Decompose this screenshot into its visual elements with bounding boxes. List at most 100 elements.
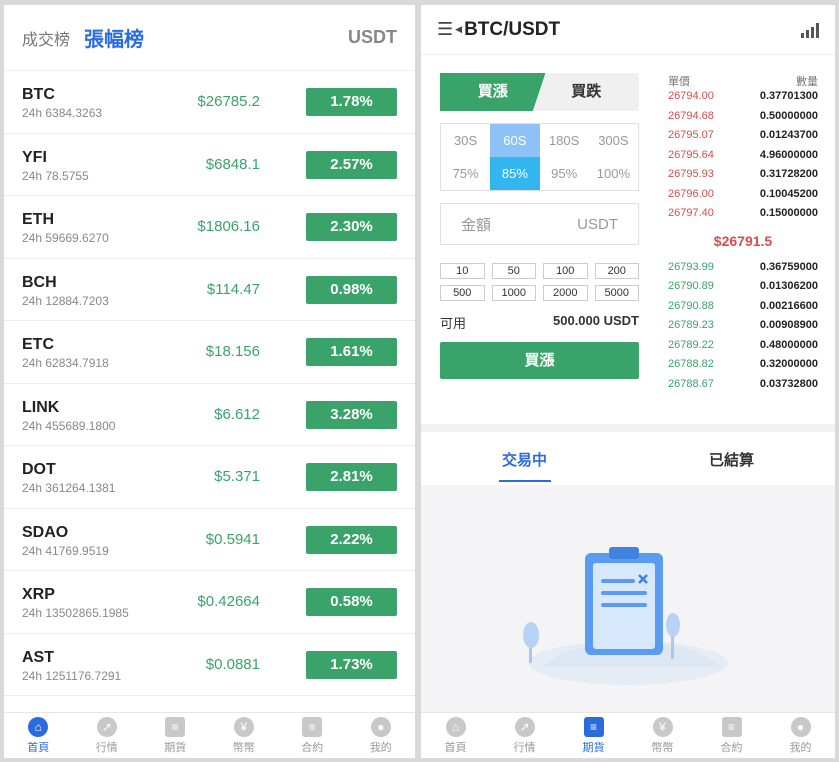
quick-amount-button[interactable]: 1000 xyxy=(491,285,536,301)
book-qty: 0.48000000 xyxy=(759,338,818,351)
market-row[interactable]: SDAO 24h 41769.9519 $0.5941 2.22% xyxy=(4,509,415,571)
rate-option[interactable]: 85% xyxy=(490,157,540,190)
rate-option[interactable]: 95% xyxy=(540,157,589,190)
change-badge[interactable]: 2.22% xyxy=(306,525,397,554)
quick-amount-button[interactable]: 10 xyxy=(440,263,485,279)
nav-item-yen[interactable]: ¥ 幣幣 xyxy=(210,713,279,758)
market-row[interactable]: BCH 24h 12884.7203 $114.47 0.98% xyxy=(4,259,415,321)
duration-option[interactable]: 180S xyxy=(540,124,589,157)
duration-option[interactable]: 60S xyxy=(490,124,540,157)
pair-title[interactable]: BTC/USDT xyxy=(464,19,560,41)
available-label: 可用 xyxy=(440,316,467,331)
document-icon: ≡ xyxy=(165,717,186,737)
market-symbol: YFI xyxy=(22,148,47,166)
market-volume: 24h 361264.1381 xyxy=(22,481,116,495)
quick-amount-button[interactable]: 2000 xyxy=(543,285,588,301)
menu-icon[interactable]: ☰ xyxy=(437,19,453,40)
market-row[interactable]: ETH 24h 59669.6270 $1806.16 2.30% xyxy=(4,196,415,259)
quick-amount-button[interactable]: 50 xyxy=(491,263,536,279)
empty-state xyxy=(421,485,835,712)
order-book-row: 26789.22 0.48000000 xyxy=(668,336,818,356)
market-row[interactable]: DOT 24h 361264.1381 $5.371 2.81% xyxy=(4,446,415,509)
nav-item-chart[interactable]: ↗ 行情 xyxy=(490,713,559,758)
order-book-row: 26790.89 0.01306200 xyxy=(668,277,818,297)
tab-gainers-ranking[interactable]: 張幅榜 xyxy=(84,23,144,52)
quick-amount-button[interactable]: 200 xyxy=(594,263,639,279)
nav-item-user[interactable]: ● 我的 xyxy=(347,713,416,758)
buy-short-tab[interactable]: 買跌 xyxy=(533,73,639,111)
book-price: 26795.64 xyxy=(668,148,714,161)
change-badge[interactable]: 2.57% xyxy=(306,150,397,179)
last-price: $26791.5 xyxy=(713,232,773,249)
change-badge[interactable]: 2.30% xyxy=(306,213,397,241)
book-qty: 4.96000000 xyxy=(759,148,818,161)
change-badge[interactable]: 1.78% xyxy=(306,88,397,116)
kline-chart-icon[interactable] xyxy=(801,22,819,38)
submit-buy-button[interactable]: 買漲 xyxy=(440,342,639,379)
ranking-header: 成交榜 張幅榜 USDT xyxy=(4,5,415,71)
book-price: 26788.67 xyxy=(668,377,714,390)
market-row[interactable]: LINK 24h 455689.1800 $6.612 3.28% xyxy=(4,384,415,446)
nav-item-contract[interactable]: ≡ 合約 xyxy=(278,713,347,758)
nav-item-document[interactable]: ≡ 期貨 xyxy=(559,713,628,758)
nav-label: 我的 xyxy=(789,742,812,754)
change-badge[interactable]: 1.73% xyxy=(306,650,397,679)
quick-amount-button[interactable]: 5000 xyxy=(594,285,639,301)
nav-label: 行情 xyxy=(513,742,536,754)
quick-amount-button[interactable]: 500 xyxy=(440,285,485,301)
market-symbol: BTC xyxy=(22,86,55,103)
change-badge[interactable]: 0.98% xyxy=(306,275,397,304)
change-badge[interactable]: 1.61% xyxy=(306,338,397,366)
order-book-row: 26794.68 0.50000000 xyxy=(668,107,818,127)
chart-icon: ↗ xyxy=(514,717,535,737)
change-badge[interactable]: 3.28% xyxy=(306,400,397,429)
nav-item-document[interactable]: ≡ 期貨 xyxy=(141,713,210,758)
nav-item-chart[interactable]: ↗ 行情 xyxy=(73,713,142,758)
market-list: BTC 24h 6384.3263 $26785.2 1.78% YFI 24h 78.5… xyxy=(4,71,415,696)
market-ranking-screen: 成交榜 張幅榜 USDT BTC 24h 6384.3263 $26785.2 1.7… xyxy=(4,5,415,758)
book-price: 26789.23 xyxy=(668,319,714,331)
market-price: $114.47 xyxy=(206,280,260,298)
market-row[interactable]: AST 24h 1251176.7291 $0.0881 1.73% xyxy=(4,634,415,696)
nav-item-user[interactable]: ● 我的 xyxy=(766,713,835,758)
bottom-nav: ⌂ 首頁 ↗ 行情 ≡ 期貨 ¥ 幣幣 ≡ 合約 ● 我的 xyxy=(4,712,415,758)
amount-field[interactable]: 金額 USDT xyxy=(440,203,639,245)
tab-volume-ranking[interactable]: 成交榜 xyxy=(22,26,70,50)
order-book-row: 26797.40 0.15000000 xyxy=(668,204,818,224)
duration-option[interactable]: 30S xyxy=(441,124,490,157)
tab-settled-orders[interactable]: 已結算 xyxy=(628,432,835,486)
home-icon: ⌂ xyxy=(28,717,49,737)
market-row[interactable]: ETC 24h 62834.7918 $18.156 1.61% xyxy=(4,321,415,384)
order-tabs: 交易中 已結算 xyxy=(421,432,835,486)
empty-clipboard-icon xyxy=(523,547,728,685)
market-price: $0.5941 xyxy=(205,530,260,548)
order-book-row: 26795.64 4.96000000 xyxy=(668,146,818,166)
market-row[interactable]: XRP 24h 13502865.1985 $0.42664 0.58% xyxy=(4,571,415,634)
nav-item-yen[interactable]: ¥ 幣幣 xyxy=(628,713,697,758)
nav-item-contract[interactable]: ≡ 合約 xyxy=(697,713,766,758)
market-symbol: BCH xyxy=(22,273,57,291)
book-price: 26797.40 xyxy=(668,207,714,219)
nav-item-home[interactable]: ⌂ 首頁 xyxy=(421,713,490,758)
duration-option[interactable]: 300S xyxy=(589,124,638,157)
book-price: 26796.00 xyxy=(668,187,714,200)
change-badge[interactable]: 0.58% xyxy=(306,588,397,616)
trade-form: 買漲 買跌 30S 60S 180S 300S 75% 85% 95% 100% 金額 USD… xyxy=(440,73,639,379)
tab-open-orders[interactable]: 交易中 xyxy=(421,432,628,486)
market-row[interactable]: BTC 24h 6384.3263 $26785.2 1.78% xyxy=(4,71,415,134)
nav-item-home[interactable]: ⌂ 首頁 xyxy=(4,713,73,758)
market-symbol: ETC xyxy=(22,336,54,353)
book-qty: 0.00908900 xyxy=(759,319,818,331)
quick-amount-button[interactable]: 100 xyxy=(543,263,588,279)
book-price: 26794.00 xyxy=(668,90,714,102)
buy-long-tab[interactable]: 買漲 xyxy=(440,73,546,111)
market-price: $5.371 xyxy=(214,468,260,485)
change-badge[interactable]: 2.81% xyxy=(306,463,397,491)
rate-option[interactable]: 100% xyxy=(589,157,638,190)
nav-label: 行情 xyxy=(95,742,118,754)
futures-trade-screen: ☰ ◀ BTC/USDT 買漲 買跌 30S 60S 180S 300S 75% 85% 9… xyxy=(421,5,835,758)
market-price: $0.42664 xyxy=(197,593,260,610)
order-book-row: 26793.99 0.36759000 xyxy=(668,258,818,278)
rate-option[interactable]: 75% xyxy=(441,157,490,190)
market-row[interactable]: YFI 24h 78.5755 $6848.1 2.57% xyxy=(4,134,415,196)
